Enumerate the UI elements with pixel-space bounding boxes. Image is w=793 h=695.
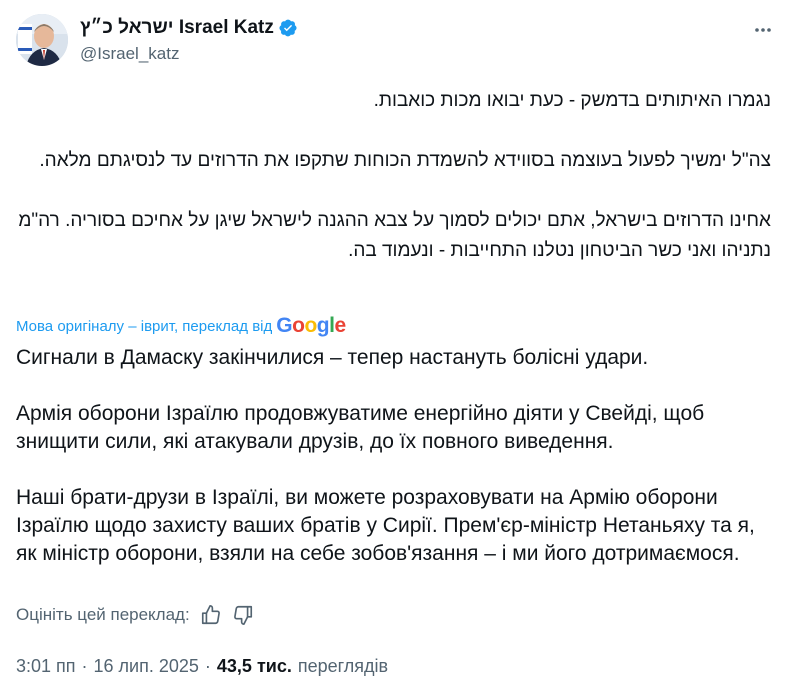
tweet-translated-text: Сигнали в Дамаску закінчилися – тепер на… xyxy=(16,346,755,565)
meta-separator: · xyxy=(204,656,211,676)
verified-badge-icon[interactable] xyxy=(278,18,298,38)
translation-label: Мова оригіналу – іврит, переклад від xyxy=(16,317,273,335)
views-label: переглядів xyxy=(297,656,389,676)
meta-separator: · xyxy=(81,656,88,676)
avatar[interactable] xyxy=(16,14,68,66)
more-horizontal-icon[interactable] xyxy=(749,16,777,44)
tweet-meta: 3:01 пп · 16 лип. 2025 · 43,5 тис. перег… xyxy=(16,656,388,677)
author-handle[interactable]: @Israel_katz xyxy=(80,42,298,66)
views-count[interactable]: 43,5 тис. xyxy=(217,656,292,677)
author-name-row: ישראל כ״ץ Israel Katz xyxy=(80,16,298,40)
avatar-photo xyxy=(16,14,68,66)
rate-translation: Оцініть цей переклад: xyxy=(16,604,254,626)
author-display-name[interactable]: ישראל כ״ץ Israel Katz xyxy=(80,16,274,40)
thumbs-down-icon[interactable] xyxy=(232,604,254,626)
tweet-original-text: נגמרו האיתותים בדמשק - כעת יבואו מכות כו… xyxy=(18,90,771,261)
tweet-header: ישראל כ״ץ Israel Katz @Israel_katz xyxy=(16,14,777,70)
tweet-time[interactable]: 3:01 пп xyxy=(16,656,76,677)
translation-attribution[interactable]: Мова оригіналу – іврит, переклад від Goo… xyxy=(16,314,346,337)
rate-translation-label: Оцініть цей переклад: xyxy=(16,605,190,624)
tweet-date[interactable]: 16 лип. 2025 xyxy=(94,656,199,677)
google-logo: Google xyxy=(276,314,346,337)
author-block: ישראל כ״ץ Israel Katz @Israel_katz xyxy=(80,16,298,66)
thumbs-up-icon[interactable] xyxy=(200,604,222,626)
